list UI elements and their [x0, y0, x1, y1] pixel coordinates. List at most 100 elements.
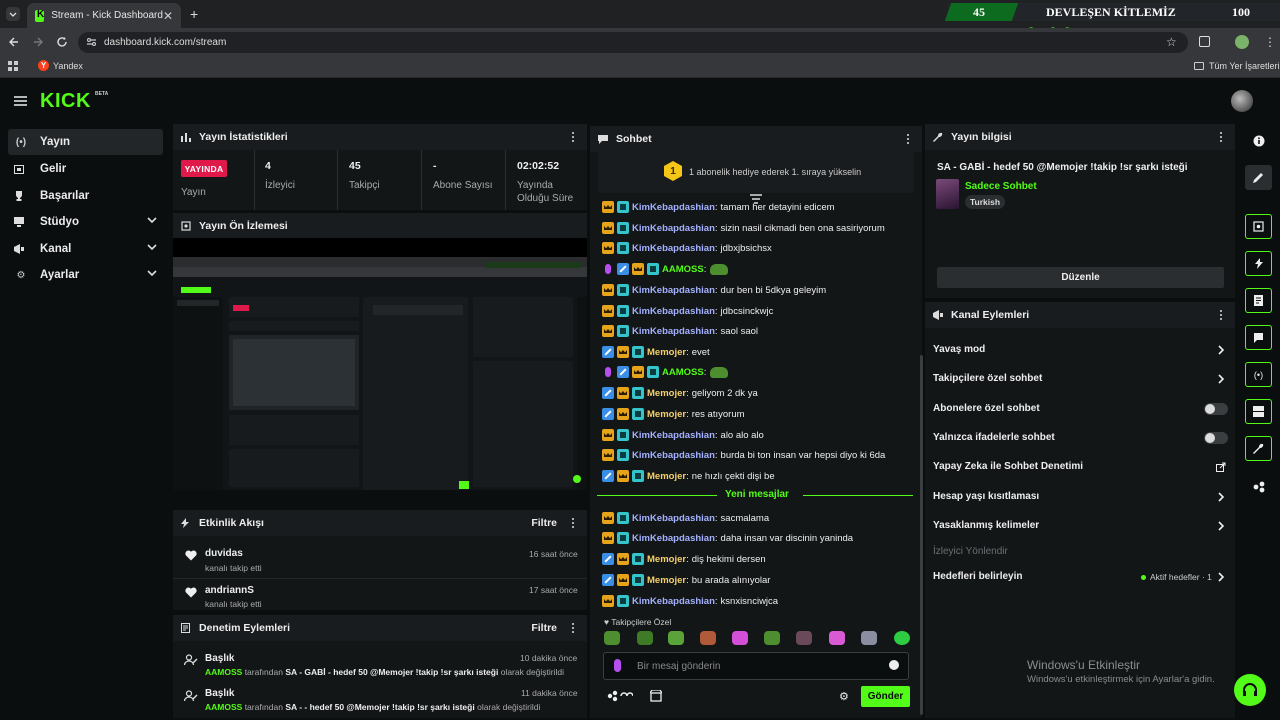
chevron-right-icon[interactable]: [1218, 374, 1224, 384]
chat-username[interactable]: KimKebapdashian: [632, 285, 715, 296]
set-goals-item[interactable]: Hedefleri belirleyin: [933, 571, 1022, 582]
more-options-icon[interactable]: [1220, 132, 1223, 143]
emote-kick-icon[interactable]: [894, 631, 910, 645]
chat-username[interactable]: KimKebapdashian: [632, 533, 715, 544]
mod-user[interactable]: AAMOSS: [205, 702, 242, 712]
chat-username[interactable]: KimKebapdashian: [632, 306, 715, 317]
chevron-right-icon[interactable]: [1218, 521, 1224, 531]
broadcast-rail-button[interactable]: (•): [1245, 362, 1272, 387]
more-options-icon[interactable]: [572, 518, 575, 529]
emote-hand-icon[interactable]: [732, 631, 748, 645]
chevron-right-icon[interactable]: [1218, 572, 1224, 582]
chat-username[interactable]: KimKebapdashian: [632, 223, 715, 234]
edit-stream-info-button[interactable]: Düzenle: [937, 267, 1224, 288]
sidebar-item-studyo[interactable]: Stüdyo: [8, 209, 163, 235]
preview-rail-button[interactable]: [1245, 214, 1272, 239]
chat-settings-gear-icon[interactable]: ⚙: [839, 690, 849, 703]
chat-username[interactable]: KimKebapdashian: [632, 326, 715, 337]
chevron-down-icon[interactable]: [147, 269, 157, 277]
back-icon[interactable]: [8, 36, 20, 48]
bookmark-star-icon[interactable]: ☆: [1166, 35, 1177, 49]
browser-tab[interactable]: Stream - Kick Dashboard ✕: [27, 3, 181, 28]
emote-frog-icon[interactable]: [637, 631, 653, 645]
chat-message-input[interactable]: Bir mesaj gönderin: [603, 652, 909, 680]
external-link-icon[interactable]: [1216, 462, 1226, 472]
more-options-icon[interactable]: [572, 623, 575, 634]
stream-category[interactable]: Sadece Sohbet: [965, 181, 1037, 192]
chat-username[interactable]: KimKebapdashian: [632, 513, 715, 524]
chat-username[interactable]: KimKebapdashian: [632, 243, 715, 254]
events-rail-button[interactable]: [1245, 251, 1272, 276]
edit-rail-button[interactable]: [1245, 165, 1272, 190]
profile-icon[interactable]: [1235, 35, 1249, 49]
chevron-right-icon[interactable]: [1218, 492, 1224, 502]
sidebar-item-ayarlar[interactable]: ⚙ Ayarlar: [8, 262, 163, 288]
event-user[interactable]: andriannS: [205, 585, 254, 596]
event-user[interactable]: duvidas: [205, 548, 243, 559]
chat-username[interactable]: KimKebapdashian: [632, 596, 715, 607]
chat-username[interactable]: Memojer: [647, 388, 686, 399]
chevron-down-icon[interactable]: [147, 243, 157, 251]
more-options-icon[interactable]: [907, 134, 910, 145]
sidebar-item-basarilar[interactable]: Başarılar: [8, 183, 163, 209]
chat-username[interactable]: Memojer: [647, 471, 686, 482]
chat-username[interactable]: Memojer: [647, 409, 686, 420]
layout-rail-button[interactable]: [1245, 399, 1272, 424]
sidebar-item-kanal[interactable]: Kanal: [8, 236, 163, 262]
chevron-right-icon[interactable]: [1218, 345, 1224, 355]
more-options-icon[interactable]: [1220, 310, 1223, 321]
hamburger-menu-icon[interactable]: [14, 96, 27, 106]
emote-face-icon[interactable]: [700, 631, 716, 645]
all-bookmarks[interactable]: Tüm Yer İşaretleri: [1194, 61, 1280, 71]
url-input[interactable]: dashboard.kick.com/stream: [78, 32, 1188, 53]
emote-frog-icon[interactable]: [668, 631, 684, 645]
moderation-filter-button[interactable]: Filtre: [531, 622, 557, 634]
store-icon[interactable]: [650, 690, 662, 702]
info-rail-button[interactable]: [1245, 128, 1272, 153]
tab-search-icon[interactable]: [6, 7, 20, 21]
emote-dance-icon[interactable]: [861, 631, 877, 645]
reload-icon[interactable]: [56, 36, 68, 48]
help-button[interactable]: [1234, 674, 1266, 706]
site-info-icon[interactable]: [86, 37, 97, 47]
moderation-rail-button[interactable]: [1245, 288, 1272, 313]
menu-dots-icon[interactable]: ⋮: [1264, 35, 1276, 49]
apps-grid-icon[interactable]: [8, 61, 18, 71]
emote-frog-icon[interactable]: [764, 631, 780, 645]
chat-username[interactable]: Memojer: [647, 347, 686, 358]
user-avatar[interactable]: [1231, 90, 1253, 112]
chevron-down-icon[interactable]: [147, 216, 157, 224]
emote-cat-icon[interactable]: [796, 631, 812, 645]
kick-logo[interactable]: KICK: [40, 90, 91, 113]
chat-username[interactable]: KimKebapdashian: [632, 450, 715, 461]
yandex-bookmark[interactable]: Y Yandex: [38, 60, 83, 71]
chat-scrollbar[interactable]: [920, 355, 923, 715]
banned-words-item[interactable]: Yasaklanmış kelimeler: [933, 520, 1039, 531]
forward-icon[interactable]: [32, 36, 44, 48]
chat-username[interactable]: Memojer: [647, 575, 686, 586]
slow-mode-item[interactable]: Yavaş mod: [933, 344, 985, 355]
sidebar-item-gelir[interactable]: Gelir: [8, 156, 163, 182]
chat-username[interactable]: KimKebapdashian: [632, 430, 715, 441]
tab-close-icon[interactable]: ✕: [163, 9, 173, 23]
microphone-icon[interactable]: [614, 659, 621, 672]
kick-points-icon[interactable]: [607, 690, 633, 702]
mod-user[interactable]: AAMOSS: [205, 667, 242, 677]
chat-username[interactable]: AAMOSS: [662, 367, 704, 378]
tools-rail-button[interactable]: [1245, 436, 1272, 461]
subs-only-toggle[interactable]: [1204, 403, 1228, 415]
extensions-icon[interactable]: [1199, 36, 1210, 47]
events-filter-button[interactable]: Filtre: [531, 517, 557, 529]
more-options-icon[interactable]: [572, 132, 575, 143]
followers-only-item[interactable]: Takipçilere özel sohbet: [933, 373, 1042, 384]
chat-username[interactable]: Memojer: [647, 554, 686, 565]
chat-rail-button[interactable]: [1245, 325, 1272, 350]
emote-bunny-icon[interactable]: [829, 631, 845, 645]
ai-moderation-item[interactable]: Yapay Zeka ile Sohbet Denetimi: [933, 461, 1083, 472]
new-tab-icon[interactable]: +: [190, 6, 198, 22]
kick-points-rail-button[interactable]: [1245, 474, 1272, 499]
sidebar-item-yayin[interactable]: (•) Yayın: [8, 129, 163, 155]
emotes-only-toggle[interactable]: [1204, 432, 1228, 444]
send-message-button[interactable]: Gönder: [861, 686, 910, 707]
chat-username[interactable]: KimKebapdashian: [632, 202, 715, 213]
